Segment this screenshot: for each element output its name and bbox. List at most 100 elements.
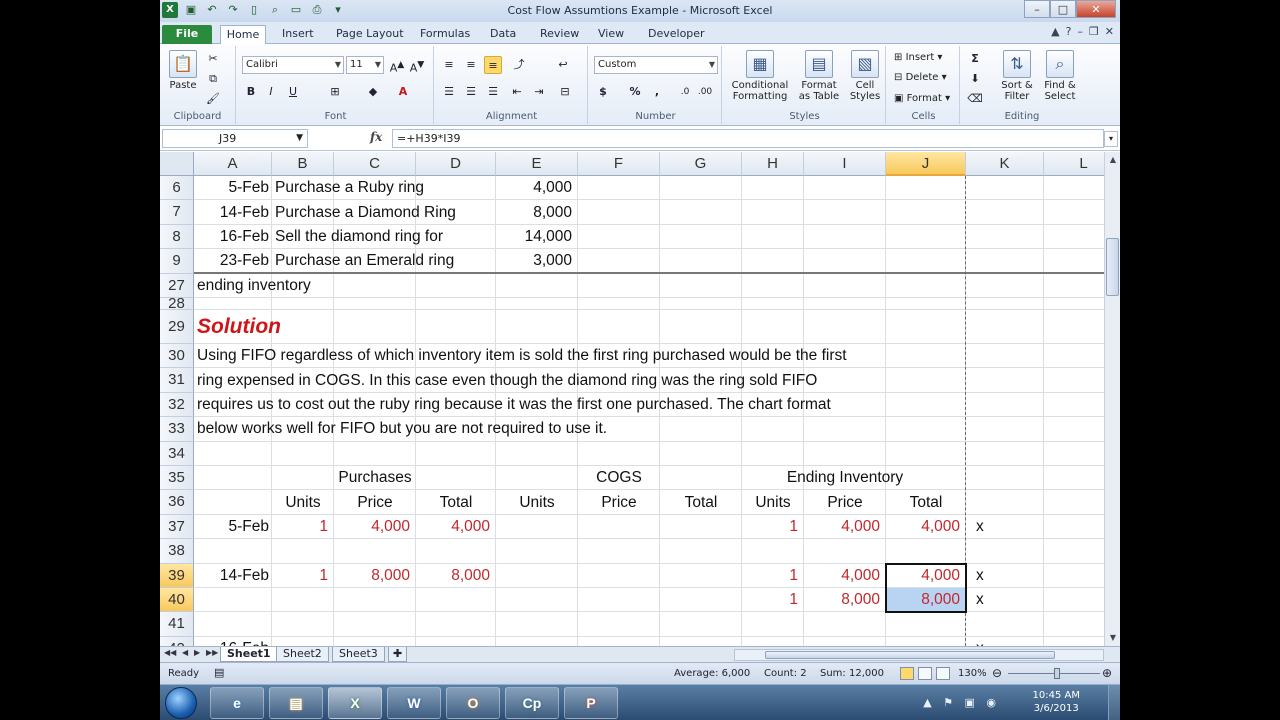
number-format-combo[interactable]: Custom ▼ bbox=[594, 56, 718, 74]
cell-c39[interactable]: 8,000 bbox=[334, 564, 410, 588]
first-sheet-icon[interactable]: ◀◀ bbox=[164, 648, 176, 657]
taskbar-excel-icon[interactable]: X bbox=[328, 687, 382, 719]
row-header-28[interactable]: 28 bbox=[160, 296, 194, 311]
workbook-close-icon[interactable]: ✕ bbox=[1105, 25, 1114, 38]
tab-formulas[interactable]: Formulas bbox=[420, 25, 470, 44]
cell-c36[interactable]: Price bbox=[334, 491, 416, 515]
insert-function-button[interactable]: fx bbox=[370, 130, 382, 144]
cell-c37[interactable]: 4,000 bbox=[334, 515, 410, 539]
cell-h37[interactable]: 1 bbox=[742, 515, 798, 539]
insert-cells-button[interactable]: ⊞ Insert ▾ bbox=[894, 52, 942, 63]
column-header-b[interactable]: B bbox=[272, 152, 334, 176]
bold-button[interactable]: B bbox=[242, 83, 260, 101]
sort-filter-button[interactable]: ⇅ Sort & Filter bbox=[996, 50, 1038, 102]
worksheet-grid[interactable]: ABCDEFGHIJKL 6 7 8 9 27 28 29 30 31 32 33 34 35 36 37 3… bbox=[160, 152, 1104, 646]
cell-e8[interactable]: 14,000 bbox=[496, 225, 572, 249]
row-header-33[interactable]: 33 bbox=[160, 417, 194, 442]
cell-a9[interactable]: 23-Feb bbox=[194, 249, 269, 273]
prev-sheet-icon[interactable]: ◀ bbox=[182, 648, 188, 657]
delete-cells-button[interactable]: ⊟ Delete ▾ bbox=[894, 72, 947, 83]
decrease-indent-icon[interactable]: ⇤ bbox=[508, 83, 526, 101]
font-name-combo[interactable]: Calibri ▼ bbox=[242, 56, 344, 74]
tab-view[interactable]: View bbox=[598, 25, 624, 44]
row-header-40[interactable]: 40 bbox=[160, 588, 194, 613]
orientation-icon[interactable]: ⤴ bbox=[510, 56, 528, 74]
cell-a27[interactable]: ending inventory bbox=[197, 274, 311, 298]
column-header-l[interactable]: L bbox=[1044, 152, 1104, 176]
shrink-font-icon[interactable]: A▼ bbox=[408, 56, 426, 75]
paste-button[interactable]: 📋 Paste bbox=[164, 50, 202, 91]
row-header-39[interactable]: 39 bbox=[160, 563, 194, 588]
taskbar-file-explorer-icon[interactable]: ▤ bbox=[269, 687, 323, 719]
cell-d36[interactable]: Total bbox=[416, 491, 496, 515]
expand-formula-bar-icon[interactable]: ▾ bbox=[1104, 131, 1118, 147]
cell-a7[interactable]: 14-Feb bbox=[194, 201, 269, 225]
row-header-38[interactable]: 38 bbox=[160, 539, 194, 564]
align-left-icon[interactable]: ☰ bbox=[440, 83, 458, 101]
taskbar-internet-explorer-icon[interactable]: e bbox=[210, 687, 264, 719]
wrap-text-icon[interactable]: ↩ bbox=[554, 56, 572, 74]
cell-i40[interactable]: 8,000 bbox=[804, 588, 880, 612]
tab-data[interactable]: Data bbox=[490, 25, 516, 44]
last-sheet-icon[interactable]: ▶▶ bbox=[206, 648, 218, 657]
cell-k37[interactable]: x bbox=[976, 515, 984, 539]
horizontal-scrollbar[interactable] bbox=[734, 649, 1104, 661]
fill-color-icon[interactable]: ◆ bbox=[364, 83, 382, 101]
cell-b6[interactable]: Purchase a Ruby ring bbox=[275, 176, 424, 200]
cell-e6[interactable]: 4,000 bbox=[496, 176, 572, 200]
cell-g36[interactable]: Total bbox=[660, 491, 742, 515]
system-tray-icons[interactable]: ▲ ⚑ ▣ ◉ bbox=[923, 696, 1000, 709]
cell-i35[interactable]: Ending Inventory bbox=[684, 466, 1006, 490]
column-header-c[interactable]: C bbox=[334, 152, 416, 176]
column-header-g[interactable]: G bbox=[660, 152, 742, 176]
cell-f36[interactable]: Price bbox=[578, 491, 660, 515]
cell-j39[interactable]: 4,000 bbox=[886, 564, 960, 588]
font-size-combo[interactable]: 11 ▼ bbox=[346, 56, 384, 74]
cell-a31[interactable]: ring expensed in COGS. In this case even… bbox=[197, 369, 817, 393]
cell-e7[interactable]: 8,000 bbox=[496, 201, 572, 225]
cell-j37[interactable]: 4,000 bbox=[886, 515, 960, 539]
tab-review[interactable]: Review bbox=[540, 25, 579, 44]
scroll-down-icon[interactable]: ▼ bbox=[1106, 631, 1120, 645]
horizontal-scroll-thumb[interactable] bbox=[765, 651, 1055, 659]
taskbar-powerpoint-icon[interactable]: P bbox=[564, 687, 618, 719]
cell-e36[interactable]: Units bbox=[496, 491, 578, 515]
column-header-a[interactable]: A bbox=[194, 152, 272, 176]
workbook-restore-icon[interactable]: ❐ bbox=[1089, 25, 1099, 38]
increase-indent-icon[interactable]: ⇥ bbox=[530, 83, 548, 101]
align-right-icon[interactable]: ☰ bbox=[484, 83, 502, 101]
column-header-h[interactable]: H bbox=[742, 152, 804, 176]
taskbar-captivate-icon[interactable]: Cp bbox=[505, 687, 559, 719]
cell-k39[interactable]: x bbox=[976, 564, 984, 588]
taskbar-outlook-icon[interactable]: O bbox=[446, 687, 500, 719]
column-header-k[interactable]: K bbox=[966, 152, 1044, 176]
cell-a8[interactable]: 16-Feb bbox=[194, 225, 269, 249]
cell-i39[interactable]: 4,000 bbox=[804, 564, 880, 588]
currency-button[interactable]: $ bbox=[594, 83, 612, 101]
format-painter-icon[interactable]: 🖌 bbox=[204, 90, 222, 108]
cell-i37[interactable]: 4,000 bbox=[804, 515, 880, 539]
zoom-out-icon[interactable]: ⊖ bbox=[992, 666, 1002, 680]
tab-developer[interactable]: Developer bbox=[648, 25, 705, 44]
row-header-30[interactable]: 30 bbox=[160, 344, 194, 369]
increase-decimal-icon[interactable]: .0 bbox=[676, 83, 694, 101]
cell-b9[interactable]: Purchase an Emerald ring bbox=[275, 249, 454, 273]
show-desktop-button[interactable] bbox=[1108, 685, 1120, 720]
sheet-tab-sheet3[interactable]: Sheet3 bbox=[332, 647, 385, 662]
cell-a29[interactable]: Solution bbox=[197, 310, 281, 344]
column-header-i[interactable]: I bbox=[804, 152, 886, 176]
select-all-corner[interactable] bbox=[160, 152, 194, 176]
merge-center-icon[interactable]: ⊟ bbox=[556, 83, 574, 101]
cell-a30[interactable]: Using FIFO regardless of which inventory… bbox=[197, 344, 847, 368]
maximize-button[interactable]: □ bbox=[1050, 0, 1076, 18]
cell-j40[interactable]: 8,000 bbox=[886, 588, 960, 612]
borders-icon[interactable]: ⊞ bbox=[326, 83, 344, 101]
cell-k42[interactable]: x bbox=[976, 637, 984, 646]
cell-a39[interactable]: 14-Feb bbox=[194, 564, 269, 588]
cut-icon[interactable]: ✂ bbox=[204, 50, 222, 68]
cell-h40[interactable]: 1 bbox=[742, 588, 798, 612]
column-header-j[interactable]: J bbox=[886, 152, 966, 176]
close-button[interactable]: ✕ bbox=[1076, 0, 1116, 18]
minimize-button[interactable]: – bbox=[1024, 0, 1050, 18]
row-header-37[interactable]: 37 bbox=[160, 514, 194, 540]
